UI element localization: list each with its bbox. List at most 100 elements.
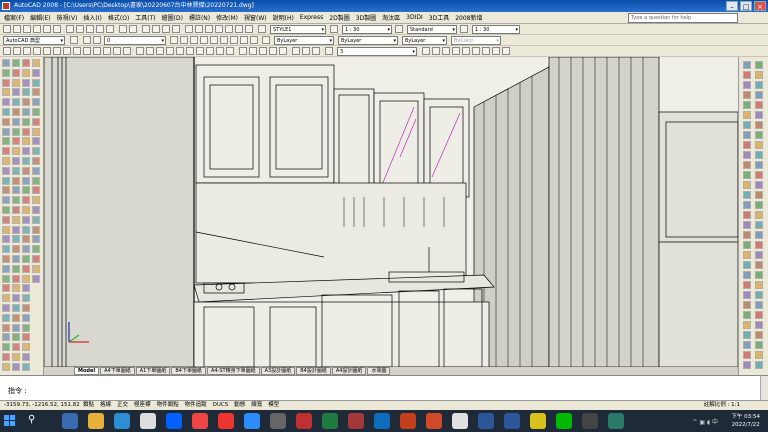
- linetype-select[interactable]: ByLayer: [338, 36, 398, 45]
- tool-icon[interactable]: [743, 191, 751, 199]
- tool-icon[interactable]: [12, 284, 20, 293]
- tool-icon[interactable]: [755, 121, 763, 129]
- tab-model[interactable]: Model: [74, 367, 100, 375]
- tab-a3-design[interactable]: A3設計圖紙: [260, 367, 296, 375]
- tool-icon[interactable]: [32, 117, 40, 126]
- tool-icon[interactable]: [743, 271, 751, 279]
- acrobat-icon[interactable]: [452, 413, 468, 429]
- help-icon[interactable]: [245, 25, 253, 33]
- tool-icon[interactable]: [755, 171, 763, 179]
- minimize-button[interactable]: –: [726, 1, 738, 11]
- toggle-snap[interactable]: 鎖點: [82, 401, 95, 410]
- text-style-icon[interactable]: [258, 25, 266, 33]
- tool-icon[interactable]: [755, 301, 763, 309]
- tool-icon[interactable]: [755, 341, 763, 349]
- word-icon[interactable]: [478, 413, 494, 429]
- tool-icon[interactable]: [2, 304, 10, 312]
- menu-window[interactable]: 視窗(W): [244, 13, 267, 22]
- menu-insert[interactable]: 插入(I): [83, 13, 101, 22]
- shade-2d-icon[interactable]: [239, 47, 247, 55]
- tool-icon[interactable]: [2, 333, 10, 342]
- tool-icon[interactable]: [755, 91, 763, 99]
- tool-icon[interactable]: [22, 59, 30, 67]
- menu-file[interactable]: 檔案(F): [4, 13, 24, 22]
- tool-icon[interactable]: [12, 78, 20, 87]
- tool-icon[interactable]: [2, 274, 10, 283]
- tool-icon[interactable]: [755, 61, 763, 69]
- undo-icon[interactable]: [119, 25, 127, 33]
- tool-icon[interactable]: [22, 108, 30, 116]
- tool-icon[interactable]: [743, 121, 751, 129]
- tool-icon[interactable]: [32, 255, 40, 263]
- onedrive-icon[interactable]: [114, 413, 130, 429]
- color-select[interactable]: ByLayer: [274, 36, 334, 45]
- tool-icon[interactable]: [22, 353, 30, 361]
- tool-icon[interactable]: [32, 235, 40, 244]
- menu-modify[interactable]: 修改(M): [216, 13, 238, 22]
- powerpoint-icon[interactable]: [400, 413, 416, 429]
- view-right-icon[interactable]: [166, 47, 174, 55]
- tool-icon[interactable]: [12, 157, 20, 165]
- ucs-z-icon[interactable]: [113, 47, 121, 55]
- notes-icon[interactable]: [530, 413, 546, 429]
- tool-icon[interactable]: [12, 343, 20, 352]
- tool-icon[interactable]: [12, 323, 20, 332]
- tool-icon[interactable]: [22, 186, 30, 195]
- shade-3d-icon[interactable]: [249, 47, 257, 55]
- menu-obsolete[interactable]: 淘汰區: [382, 13, 400, 22]
- tool-icon[interactable]: [22, 333, 30, 342]
- tool-icon[interactable]: [32, 127, 40, 136]
- layer-state-icon[interactable]: [190, 36, 198, 44]
- tool-icon[interactable]: [12, 176, 20, 185]
- tool-icon[interactable]: [743, 331, 751, 339]
- publish-icon[interactable]: [53, 25, 61, 33]
- multileader-style-icon[interactable]: [460, 25, 468, 33]
- tab-plumbing-electric[interactable]: 水電圖: [367, 367, 391, 375]
- tool-icon[interactable]: [2, 147, 10, 156]
- tool-icon[interactable]: [743, 341, 751, 349]
- tool-icon[interactable]: [22, 294, 30, 303]
- tool-icon[interactable]: [32, 225, 40, 234]
- tool-icon[interactable]: [22, 78, 30, 87]
- tool-icon[interactable]: [755, 141, 763, 149]
- tool-icon[interactable]: [755, 241, 763, 249]
- tool-icon[interactable]: [12, 313, 20, 322]
- tool-icon[interactable]: [755, 231, 763, 239]
- zoom-scale-icon[interactable]: [442, 47, 450, 55]
- layer-manager-icon[interactable]: [83, 36, 91, 44]
- tool-icon[interactable]: [22, 323, 30, 332]
- photo-app-icon[interactable]: [192, 413, 208, 429]
- workspace-settings-icon[interactable]: [70, 36, 78, 44]
- tool-icon[interactable]: [22, 313, 30, 322]
- tool-icon[interactable]: [12, 304, 20, 312]
- tool-icon[interactable]: [12, 98, 20, 107]
- help-search-input[interactable]: Type a question for help: [628, 13, 738, 23]
- zoom-out-icon[interactable]: [482, 47, 490, 55]
- tool-icon[interactable]: [22, 166, 30, 175]
- tool-icon[interactable]: [2, 215, 10, 224]
- sheet-set-icon[interactable]: [215, 25, 223, 33]
- tool-icon[interactable]: [32, 98, 40, 107]
- maximize-button[interactable]: □: [740, 1, 752, 11]
- tool-icon[interactable]: [743, 361, 751, 369]
- menu-help[interactable]: 說明(H): [273, 13, 294, 22]
- zoom-in-icon[interactable]: [472, 47, 480, 55]
- ucs-icon[interactable]: [3, 47, 11, 55]
- tool-icon[interactable]: [755, 191, 763, 199]
- tool-icon[interactable]: [755, 221, 763, 229]
- view-sw-iso-icon[interactable]: [196, 47, 204, 55]
- tool-icon[interactable]: [12, 59, 20, 67]
- menu-3d[interactable]: 3D製圖: [356, 13, 376, 22]
- tool-icon[interactable]: [743, 321, 751, 329]
- tool-icon[interactable]: [12, 255, 20, 263]
- tool-icon[interactable]: [22, 284, 30, 293]
- tool-icon[interactable]: [12, 264, 20, 273]
- tool-icon[interactable]: [22, 68, 30, 77]
- app-a-icon[interactable]: [608, 413, 624, 429]
- tool-icon[interactable]: [743, 251, 751, 259]
- tool-icon[interactable]: [32, 59, 40, 67]
- tool-icon[interactable]: [12, 353, 20, 361]
- line-app-icon[interactable]: [556, 413, 572, 429]
- ucs-origin-icon[interactable]: [63, 47, 71, 55]
- chrome-icon[interactable]: [140, 413, 156, 429]
